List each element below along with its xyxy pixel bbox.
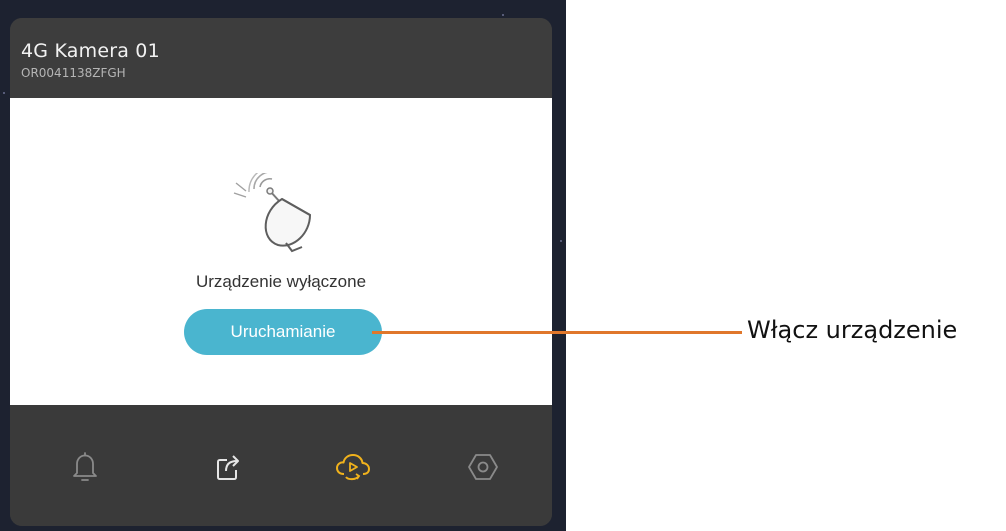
stage: 4G Kamera 01 OR0041138ZFGH Urządzenie wy… bbox=[0, 0, 1006, 531]
share-icon[interactable] bbox=[203, 437, 253, 497]
bottom-toolbar bbox=[10, 405, 552, 526]
cloud-playback-icon[interactable] bbox=[328, 437, 378, 497]
satellite-dish-icon bbox=[232, 166, 322, 253]
power-on-button[interactable]: Uruchamianie bbox=[184, 309, 382, 355]
device-name: 4G Kamera 01 bbox=[21, 40, 160, 62]
device-header[interactable]: 4G Kamera 01 OR0041138ZFGH bbox=[10, 18, 552, 98]
offline-panel: Urządzenie wyłączone Uruchamianie bbox=[10, 98, 552, 405]
status-text: Urządzenie wyłączone bbox=[195, 272, 367, 291]
bell-icon[interactable] bbox=[60, 437, 110, 497]
settings-icon[interactable] bbox=[458, 437, 508, 497]
device-card: 4G Kamera 01 OR0041138ZFGH Urządzenie wy… bbox=[10, 18, 552, 526]
device-serial: OR0041138ZFGH bbox=[21, 66, 126, 80]
callout-line bbox=[372, 331, 742, 334]
callout-label: Włącz urządzenie bbox=[747, 316, 958, 344]
